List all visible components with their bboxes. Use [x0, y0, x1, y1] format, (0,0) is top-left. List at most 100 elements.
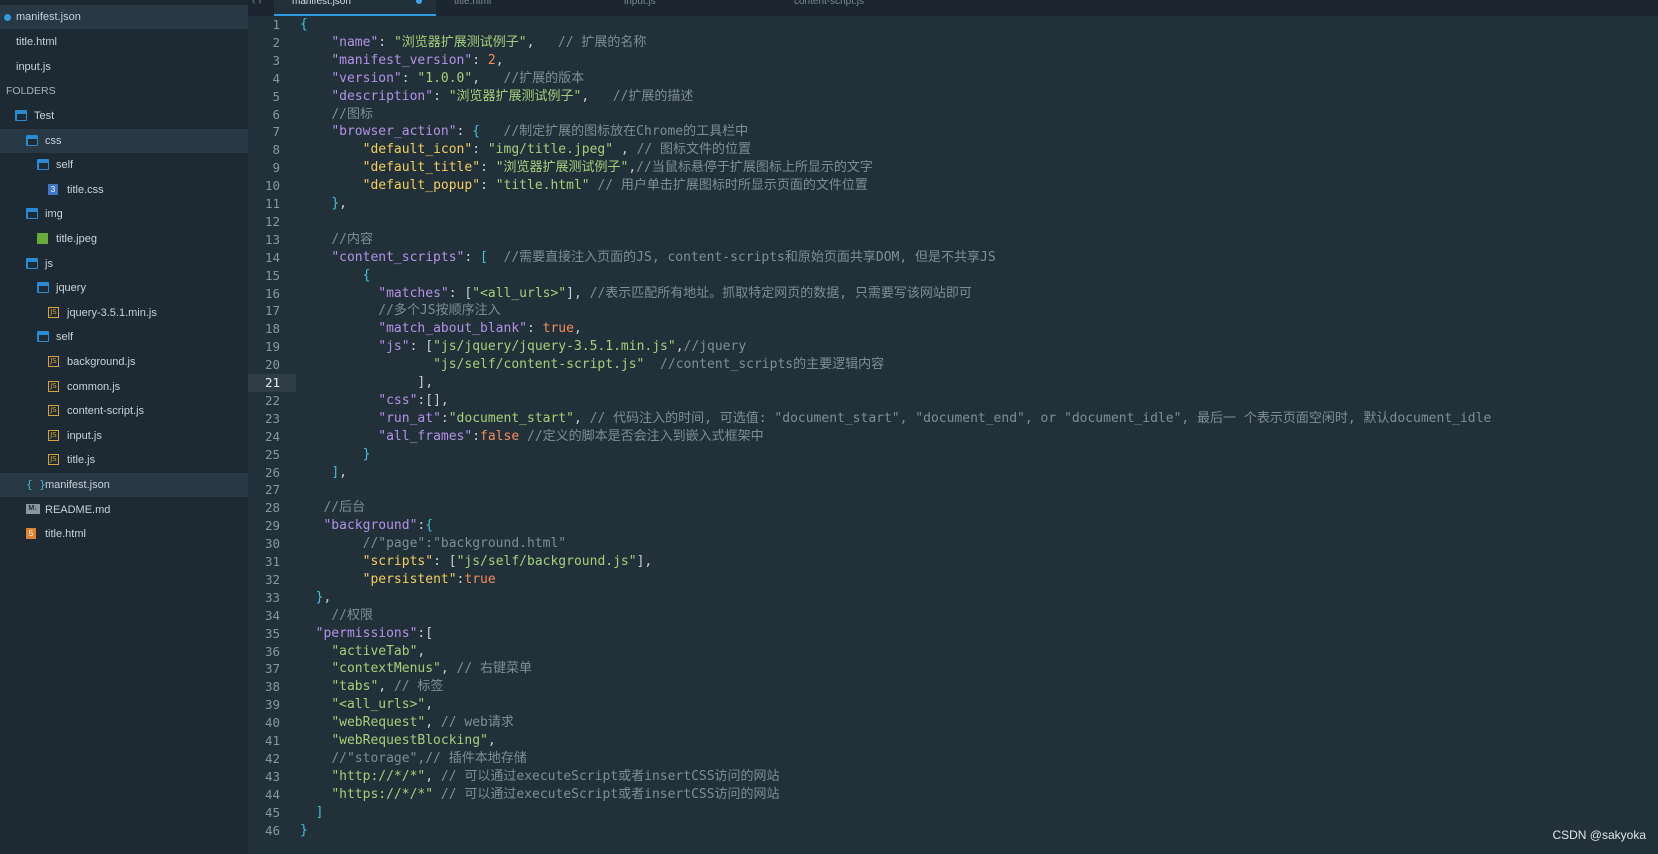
line-number: 12: [264, 213, 280, 229]
line-number: 8: [272, 142, 280, 158]
line-number-gutter: 1 2 3 4 5 6 7 8 9 10 11 12 13 14 15 16 17 18 19 20 21 22 23 24 2…: [248, 16, 296, 854]
line-number: 23: [264, 410, 280, 426]
line-number: 9: [272, 160, 280, 176]
code-line: //后台: [323, 500, 366, 516]
tab-content-script-js[interactable]: content-script.js: [776, 0, 938, 16]
line-number: 45: [264, 804, 280, 820]
line-number: 10: [264, 178, 280, 194]
tree-item-label: self: [56, 331, 74, 344]
code-line: "js/self/content-script.js" //content_sc…: [433, 357, 885, 373]
js-file-icon: JS: [48, 356, 59, 367]
code-line: "content_scripts": [ //需要直接注入页面的JS, cont…: [331, 249, 996, 265]
line-number: 43: [264, 768, 280, 784]
code-line: "version": "1.0.0", //扩展的版本: [331, 70, 585, 86]
line-number: 46: [264, 822, 280, 838]
tree-item[interactable]: js: [0, 252, 248, 276]
code-line: "default_title": "浏览器扩展测试例子",//当鼠标悬停于扩展图…: [362, 160, 873, 176]
line-number: 39: [264, 697, 280, 713]
code-line: //图标: [331, 106, 373, 122]
code-line: "css":[],: [378, 392, 449, 408]
folder-open-icon: [26, 134, 38, 146]
tree-item[interactable]: Test: [0, 104, 248, 128]
html-file-icon: 5: [26, 528, 36, 540]
line-number: 16: [264, 285, 280, 301]
code-line: "webRequest", // web请求: [331, 715, 514, 731]
line-number: 3: [272, 52, 280, 68]
code-line: ],: [300, 375, 434, 390]
code-line: ],: [331, 464, 347, 480]
css-file-icon: 3: [48, 183, 58, 195]
tree-item[interactable]: JS background.js: [0, 350, 248, 374]
line-number: 32: [264, 571, 280, 587]
tab-title-html[interactable]: title.html: [436, 0, 598, 16]
line-number: 30: [264, 536, 280, 552]
code-line: }: [362, 446, 371, 462]
line-number: 4: [272, 70, 280, 86]
tree-item-label: manifest.json: [45, 479, 110, 491]
code-line: "run_at":"document_start", // 代码注入的时间, 可…: [378, 410, 1492, 426]
tree-item[interactable]: { } manifest.json: [0, 473, 248, 497]
code-line: "name": "浏览器扩展测试例子", // 扩展的名称: [331, 34, 647, 50]
tab-nav-arrows-icon[interactable]: ‹ ›: [252, 0, 261, 16]
tree-item[interactable]: JS title.js: [0, 448, 248, 472]
code-line: "<all_urls>",: [331, 697, 434, 713]
tree-item[interactable]: M↓ README.md: [0, 498, 248, 522]
tree-item[interactable]: jquery: [0, 276, 248, 300]
code-line: //"page":"background.html": [362, 536, 567, 552]
line-number: 2: [272, 34, 280, 50]
line-number: 13: [264, 231, 280, 247]
line-number: 33: [264, 589, 280, 605]
code-line: "background":{: [323, 518, 434, 534]
open-file-item[interactable]: title.html: [0, 30, 248, 54]
watermark: CSDN @sakyoka: [1552, 828, 1646, 842]
line-number: 44: [264, 786, 280, 802]
tab-manifest-json[interactable]: manifest.json: [274, 0, 436, 16]
line-number: 25: [264, 446, 280, 462]
line-number: 11: [264, 196, 280, 211]
line-number: 34: [264, 607, 280, 623]
line-number: 1: [272, 17, 280, 32]
line-number: 14: [264, 249, 280, 265]
tree-item-label: title.js: [67, 454, 96, 467]
code-editor[interactable]: 1 2 3 4 5 6 7 8 9 10 11 12 13 14 15 16 17 18 19 20 21 22 23 24 2…: [248, 16, 1658, 854]
code-line: "permissions":[: [315, 625, 434, 641]
tree-item[interactable]: title.jpeg: [0, 227, 248, 251]
line-number: 15: [264, 267, 280, 283]
tree-item[interactable]: self: [0, 325, 248, 349]
tree-item[interactable]: JS content-script.js: [0, 399, 248, 423]
line-number: 29: [264, 518, 280, 534]
code-line: //权限: [331, 607, 373, 623]
code-line: "webRequestBlocking",: [331, 733, 496, 748]
tree-item[interactable]: img: [0, 202, 248, 226]
line-number: 36: [264, 643, 280, 659]
tab-bar: ‹ › manifest.json title.html input.js conten…: [248, 0, 1658, 16]
tab-input-js[interactable]: input.js: [606, 0, 768, 16]
tab-label: content-script.js: [794, 0, 865, 7]
open-file-item[interactable]: input.js: [0, 55, 248, 79]
code-line: },: [315, 589, 332, 605]
line-number: 22: [264, 392, 280, 408]
line-number: 26: [264, 464, 280, 480]
tree-item-label: self: [56, 159, 74, 172]
code-line: ]: [315, 804, 324, 820]
code-line: "js": ["js/jquery/jquery-3.5.1.min.js",/…: [378, 339, 747, 355]
tree-item[interactable]: JS common.js: [0, 375, 248, 399]
tab-label: title.html: [454, 0, 492, 7]
line-number: 42: [264, 750, 280, 766]
tree-item[interactable]: JS input.js: [0, 424, 248, 448]
tree-item[interactable]: JS jquery-3.5.1.min.js: [0, 301, 248, 325]
tree-item[interactable]: 5 title.html: [0, 522, 248, 546]
line-number: 38: [264, 679, 280, 695]
code-line: //多个JS按顺序注入: [378, 303, 501, 319]
tree-item-label: title.css: [67, 183, 104, 196]
tree-item-label: css: [45, 134, 62, 147]
tree-item[interactable]: self: [0, 153, 248, 177]
open-file-item[interactable]: manifest.json: [0, 5, 248, 29]
tab-label: manifest.json: [292, 0, 351, 7]
open-file-label: title.html: [16, 36, 57, 48]
code-line: "matches": ["<all_urls>"], //表示匹配所有地址。抓取…: [378, 285, 972, 301]
folders-header: FOLDERS: [6, 85, 56, 97]
tree-item[interactable]: css: [0, 128, 248, 153]
tree-item[interactable]: 3 title.css: [0, 178, 248, 202]
line-number: 35: [264, 625, 280, 641]
